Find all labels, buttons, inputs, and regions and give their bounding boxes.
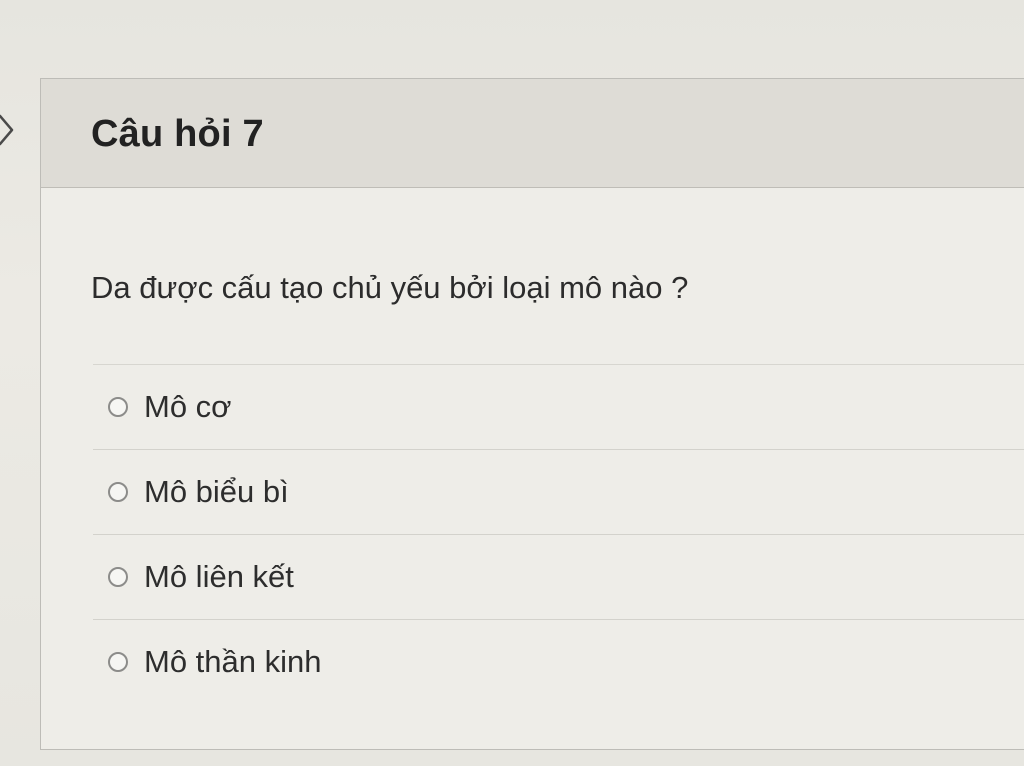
answer-option[interactable]: Mô thần kinh (93, 619, 1024, 704)
question-header: Câu hỏi 7 (41, 79, 1024, 188)
radio-button[interactable] (108, 652, 128, 672)
question-card: Câu hỏi 7 Da được cấu tạo chủ yếu bởi lo… (40, 78, 1024, 750)
question-title: Câu hỏi 7 (91, 113, 264, 155)
chevron-right-icon[interactable] (0, 112, 16, 148)
answer-option-label: Mô cơ (144, 389, 232, 424)
radio-button[interactable] (108, 567, 128, 587)
radio-button[interactable] (108, 482, 128, 502)
answer-option[interactable]: Mô cơ (93, 364, 1024, 449)
answer-option-label: Mô biểu bì (144, 474, 289, 509)
answer-option[interactable]: Mô biểu bì (93, 449, 1024, 534)
question-text: Da được cấu tạo chủ yếu bởi loại mô nào … (91, 270, 689, 305)
answer-options: Mô cơ Mô biểu bì Mô liên kết Mô thần kin… (93, 364, 1024, 704)
answer-option[interactable]: Mô liên kết (93, 534, 1024, 619)
answer-option-label: Mô liên kết (144, 559, 294, 594)
quiz-screen: Câu hỏi 7 Da được cấu tạo chủ yếu bởi lo… (0, 0, 1024, 766)
radio-button[interactable] (108, 397, 128, 417)
answer-option-label: Mô thần kinh (144, 644, 322, 679)
